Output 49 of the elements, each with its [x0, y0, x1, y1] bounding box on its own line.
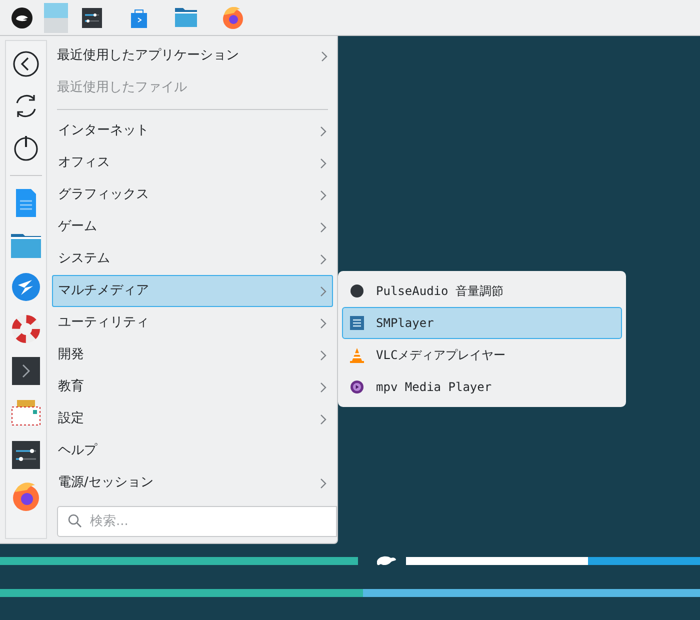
chevron-icon [320, 126, 327, 136]
play-icon [350, 380, 364, 394]
menu-item[interactable]: 電源/セッション [52, 467, 333, 499]
sliders-icon[interactable] [11, 440, 41, 470]
menu-item[interactable]: グラフィックス [52, 179, 333, 211]
power-icon[interactable] [11, 133, 41, 163]
menu-item[interactable]: オフィス [52, 147, 333, 179]
chevron-icon [320, 254, 327, 264]
chevron-icon [320, 382, 327, 392]
firefox-icon[interactable] [222, 6, 244, 28]
menu-item[interactable]: 教育 [52, 371, 333, 403]
chevron-icon [320, 222, 327, 232]
bird-icon[interactable] [11, 272, 41, 302]
chevron-icon [320, 158, 327, 168]
chevron-icon [321, 50, 328, 62]
chevron-icon [320, 414, 327, 424]
circle-icon [350, 284, 364, 298]
chameleon-icon [377, 556, 396, 566]
menu-item[interactable]: 開発 [52, 339, 333, 371]
sliders-icon[interactable] [82, 8, 102, 28]
cone-icon [350, 348, 364, 362]
submenu-item[interactable]: VLCメディアプレイヤー [342, 339, 622, 371]
chevron-icon [320, 190, 327, 200]
search-field[interactable]: 検索... [57, 506, 337, 537]
terminal-icon[interactable] [11, 356, 41, 386]
menu-item[interactable]: 設定 [52, 403, 333, 435]
submenu-item[interactable]: mpv Media Player [342, 371, 622, 403]
mail-icon[interactable] [11, 398, 41, 428]
launcher-icon[interactable] [11, 6, 33, 28]
back-icon[interactable] [11, 49, 41, 79]
chevron-icon [320, 286, 327, 296]
menu-item[interactable]: 最近使用したアプリケーション [52, 40, 333, 72]
folder-icon[interactable] [174, 8, 196, 27]
chevron-icon [320, 478, 327, 488]
menu-item[interactable]: ヘルプ [52, 435, 333, 467]
menu-item[interactable]: システム [52, 243, 333, 275]
menu-item[interactable]: ユーティリティ [52, 307, 333, 339]
chevron-icon [320, 350, 327, 360]
shopping-bag-icon[interactable] [130, 8, 148, 28]
firefox-icon[interactable] [11, 482, 41, 512]
menu-item[interactable]: インターネット [52, 115, 333, 147]
search-icon [68, 514, 82, 528]
menu-item[interactable]: ゲーム [52, 211, 333, 243]
submenu-item[interactable]: SMPlayer [342, 307, 622, 339]
submenu-item[interactable]: PulseAudio 音量調節 [342, 275, 622, 307]
menu-item[interactable]: マルチメディア [52, 275, 333, 307]
chevron-icon [320, 318, 327, 328]
lifebuoy-icon[interactable] [11, 314, 41, 344]
film-icon [350, 316, 364, 330]
